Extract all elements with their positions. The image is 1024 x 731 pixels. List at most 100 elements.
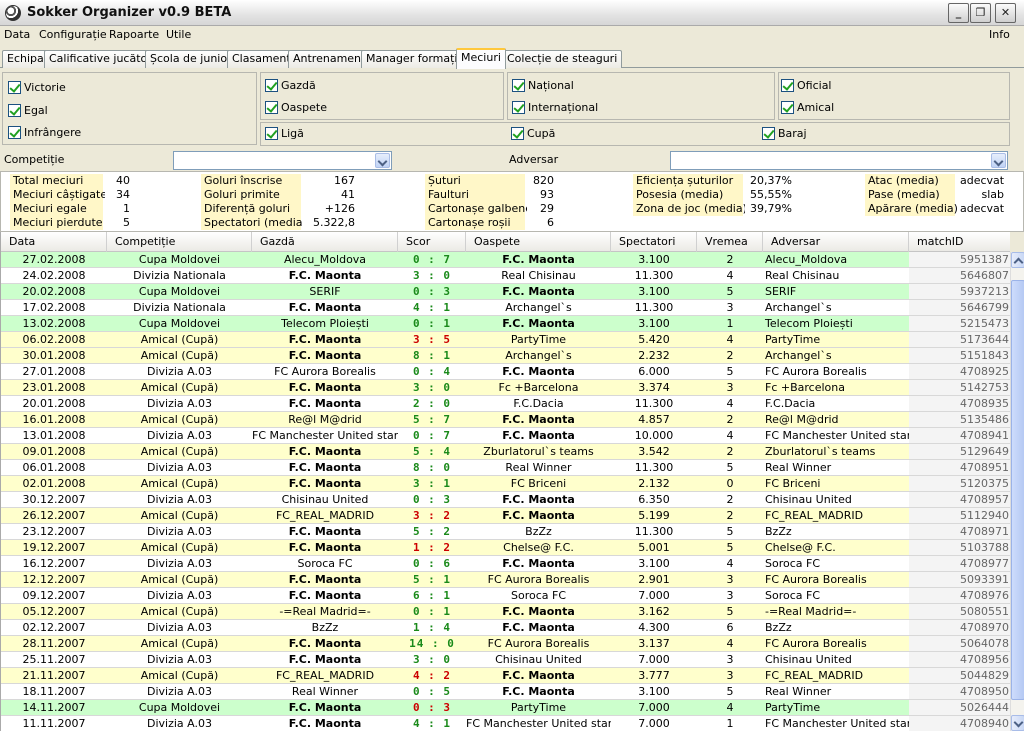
matches-table: Data Competiție Gazdă Scor Oaspete Spectatori… (0, 232, 1010, 731)
menu-utile[interactable]: Utile (166, 28, 191, 41)
cell-scor: 8 : 0 (412, 461, 452, 474)
filter-oaspete[interactable]: Oaspete (265, 101, 327, 117)
scroll-thumb[interactable] (1011, 280, 1024, 700)
column-header-competitie[interactable]: Competiție (107, 232, 252, 252)
cell-scor: 0 : 1 (412, 317, 452, 330)
cell-adversar: Real Chisinau (765, 269, 840, 282)
column-header-adversar[interactable]: Adversar (763, 232, 909, 252)
tab-colectie-steaguri[interactable]: Colecție de steaguri (502, 50, 623, 68)
cell-scor: 0 : 7 (412, 429, 452, 442)
cell-competitie: Divizia A.03 (147, 685, 212, 698)
table-row[interactable]: 06.01.2008 Divizia A.03 F.C. Maonta 8 : 0 Re… (1, 460, 1010, 476)
tab-echipa[interactable]: Echipa (2, 50, 49, 68)
table-row[interactable]: 09.01.2008 Amical (Cupă) F.C. Maonta 5 : 4 Z… (1, 444, 1010, 460)
scroll-up-icon[interactable] (1011, 252, 1024, 268)
menu-rapoarte[interactable]: Rapoarte (109, 28, 159, 41)
opponent-select[interactable] (670, 151, 1008, 170)
filter-victorie[interactable]: Victorie (8, 81, 66, 97)
competition-select[interactable] (173, 151, 392, 170)
cell-adversar: Re@l M@drid (765, 413, 839, 426)
table-row[interactable]: 12.12.2007 Amical (Cupă) F.C. Maonta 5 : 1 F… (1, 572, 1010, 588)
menu-info[interactable]: Info (989, 28, 1010, 41)
cell-vremea: 3 (726, 653, 734, 666)
table-row[interactable]: 30.12.2007 Divizia A.03 Chisinau United 0 :… (1, 492, 1010, 508)
table-row[interactable]: 24.02.2008 Divizia Nationala F.C. Maonta 3 … (1, 268, 1010, 284)
menu-data[interactable]: Data (4, 28, 30, 41)
column-header-scor[interactable]: Scor (398, 232, 466, 252)
table-row[interactable]: 06.02.2008 Amical (Cupă) F.C. Maonta 3 : 5 P… (1, 332, 1010, 348)
cell-data: 13.02.2008 (22, 317, 86, 330)
cell-oaspete: Chisinau United (495, 653, 582, 666)
cell-gazda: F.C. Maonta (288, 589, 362, 602)
table-row[interactable]: 16.12.2007 Divizia A.03 Soroca FC 0 : 6 F.C.… (1, 556, 1010, 572)
tab-calificative[interactable]: Calificative jucători (44, 50, 160, 68)
column-header-spectatori[interactable]: Spectatori (611, 232, 697, 252)
cell-adversar: PartyTime (765, 701, 821, 714)
table-row[interactable]: 20.01.2008 Divizia A.03 F.C. Maonta 2 : 0 F.… (1, 396, 1010, 412)
cell-vremea: 6 (726, 621, 734, 634)
tab-manager-formatie[interactable]: Manager formație (361, 50, 470, 68)
table-row[interactable]: 26.12.2007 Amical (Cupă) FC_REAL_MADRID 3 :… (1, 508, 1010, 524)
menu-configuratie[interactable]: Configurație (39, 28, 107, 41)
table-row[interactable]: 09.12.2007 Divizia A.03 F.C. Maonta 6 : 1 So… (1, 588, 1010, 604)
column-header-oaspete[interactable]: Oaspete (466, 232, 611, 252)
table-row[interactable]: 13.01.2008 Divizia A.03 FC Manchester Unit… (1, 428, 1010, 444)
filter-amical[interactable]: Amical (781, 101, 834, 117)
cell-adversar: FC Aurora Borealis (765, 365, 867, 378)
table-row[interactable]: 27.01.2008 Divizia A.03 FC Aurora Borealis… (1, 364, 1010, 380)
table-row[interactable]: 17.02.2008 Divizia Nationala F.C. Maonta 4 … (1, 300, 1010, 316)
filter-infrangere[interactable]: Infrângere (8, 126, 81, 142)
table-row[interactable]: 16.01.2008 Amical (Cupă) Re@l M@drid 5 : 7 F… (1, 412, 1010, 428)
table-row[interactable]: 02.01.2008 Amical (Cupă) F.C. Maonta 3 : 1 F… (1, 476, 1010, 492)
table-row[interactable]: 20.02.2008 Cupa Moldovei SERIF 0 : 3 F.C. Ma… (1, 284, 1010, 300)
minimize-button[interactable]: _ (948, 3, 969, 23)
table-row[interactable]: 25.11.2007 Divizia A.03 F.C. Maonta 3 : 0 Ch… (1, 652, 1010, 668)
table-row[interactable]: 11.11.2007 Divizia A.03 F.C. Maonta 4 : 1 FC… (1, 716, 1010, 731)
cell-scor: 3 : 0 (412, 269, 452, 282)
column-header-gazda[interactable]: Gazdă (252, 232, 398, 252)
cell-gazda: FC Manchester United stars (252, 429, 398, 442)
table-row[interactable]: 13.02.2008 Cupa Moldovei Telecom Ploiești 0… (1, 316, 1010, 332)
table-row[interactable]: 23.01.2008 Amical (Cupă) F.C. Maonta 3 : 0 F… (1, 380, 1010, 396)
filter-egal[interactable]: Egal (8, 104, 48, 120)
cell-gazda: F.C. Maonta (288, 701, 362, 714)
filter-gazda[interactable]: Gazdă (265, 79, 316, 95)
filter-international[interactable]: Internațional (512, 101, 598, 117)
filter-national[interactable]: Național (512, 79, 574, 95)
table-row[interactable]: 05.12.2007 Amical (Cupă) -=Real Madrid=- 0 … (1, 604, 1010, 620)
tab-clasament[interactable]: Clasament (227, 50, 296, 68)
tab-antrenament[interactable]: Antrenament (288, 50, 371, 68)
table-row[interactable]: 28.11.2007 Amical (Cupă) F.C. Maonta 14 : 0… (1, 636, 1010, 652)
tab-scoala-juniori[interactable]: Școla de juniori (145, 50, 240, 68)
table-row[interactable]: 14.11.2007 Cupa Moldovei F.C. Maonta 0 : 3 P… (1, 700, 1010, 716)
table-row[interactable]: 19.12.2007 Amical (Cupă) F.C. Maonta 1 : 2 C… (1, 540, 1010, 556)
filter-oficial[interactable]: Oficial (781, 79, 832, 95)
table-row[interactable]: 27.02.2008 Cupa Moldovei Alecu_Moldova 0 : … (1, 252, 1010, 268)
cell-spectatori: 5.001 (638, 541, 670, 554)
table-row[interactable]: 21.11.2007 Amical (Cupă) FC_REAL_MADRID 4 :… (1, 668, 1010, 684)
cell-competitie: Amical (Cupă) (140, 381, 219, 394)
cell-oaspete: Real Chisinau (501, 269, 576, 282)
column-header-vremea[interactable]: Vremea (697, 232, 763, 252)
scroll-down-icon[interactable] (1011, 715, 1024, 731)
column-header-data[interactable]: Data (1, 232, 107, 252)
chevron-down-icon[interactable] (991, 153, 1006, 168)
table-row[interactable]: 18.11.2007 Divizia A.03 Real Winner 0 : 5 F.… (1, 684, 1010, 700)
cell-data: 06.01.2008 (22, 461, 86, 474)
table-row[interactable]: 30.01.2008 Amical (Cupă) F.C. Maonta 8 : 1 A… (1, 348, 1010, 364)
cell-vremea: 4 (726, 557, 734, 570)
cell-matchid: 5215473 (909, 316, 1010, 331)
table-row[interactable]: 02.12.2007 Divizia A.03 BzZz 1 : 4 F.C. Maon… (1, 620, 1010, 636)
table-row[interactable]: 23.12.2007 Divizia A.03 F.C. Maonta 5 : 2 Bz… (1, 524, 1010, 540)
tab-meciuri[interactable]: Meciuri (456, 48, 506, 69)
close-button[interactable]: ✕ (995, 3, 1016, 23)
filter-cupa[interactable]: Cupă (511, 127, 555, 143)
filter-baraj[interactable]: Baraj (762, 127, 807, 143)
column-header-matchid[interactable]: matchID (909, 232, 1010, 252)
chevron-down-icon[interactable] (375, 153, 390, 168)
filter-liga[interactable]: Ligă (265, 127, 304, 143)
vertical-scrollbar[interactable] (1010, 252, 1024, 731)
cell-gazda: -=Real Madrid=- (279, 605, 371, 618)
cell-spectatori: 3.100 (638, 285, 670, 298)
maximize-button[interactable]: ❐ (970, 3, 991, 23)
